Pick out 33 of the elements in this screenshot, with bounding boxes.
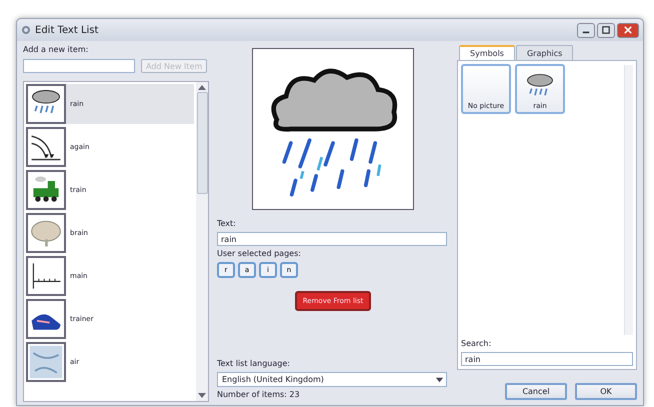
train-icon [26, 170, 66, 210]
maximize-icon [602, 26, 610, 34]
dialog-button[interactable]: OK [575, 383, 637, 400]
rain-cloud-icon [26, 84, 66, 124]
tab[interactable]: Graphics [516, 45, 574, 60]
map-icon [26, 342, 66, 382]
pages-label: User selected pages: [217, 249, 301, 259]
dropdown-arrow-icon [435, 375, 444, 384]
minimize-button[interactable] [577, 22, 595, 38]
shoe-icon [26, 299, 66, 339]
tab[interactable]: Symbols [459, 45, 515, 60]
language-dropdown[interactable]: English (United Kingdom) [217, 372, 447, 387]
app-icon [21, 25, 31, 35]
scroll-up-icon[interactable] [198, 84, 206, 90]
text-label: Text: [217, 219, 236, 229]
scrollbar[interactable] [196, 82, 208, 401]
new-item-field[interactable] [23, 59, 135, 73]
search-label: Search: [461, 339, 492, 349]
add-item-label: Add a new item: [23, 45, 90, 55]
scroll-thumb[interactable] [196, 92, 208, 194]
close-button[interactable] [617, 22, 639, 38]
scrollbar[interactable] [624, 65, 633, 335]
item-count: Number of items: 23 [217, 390, 300, 400]
brain-icon [26, 213, 66, 253]
dialog-button[interactable]: Cancel [505, 383, 567, 400]
language-label: Text list language: [217, 359, 290, 369]
curved-lines-icon [26, 127, 66, 167]
search-field[interactable]: rain [461, 352, 633, 366]
text-field[interactable]: rain [217, 232, 447, 246]
maximize-button[interactable] [597, 22, 615, 38]
window-title: Edit Text List [35, 24, 98, 36]
close-icon [624, 26, 632, 34]
scroll-down-icon[interactable] [198, 393, 206, 399]
